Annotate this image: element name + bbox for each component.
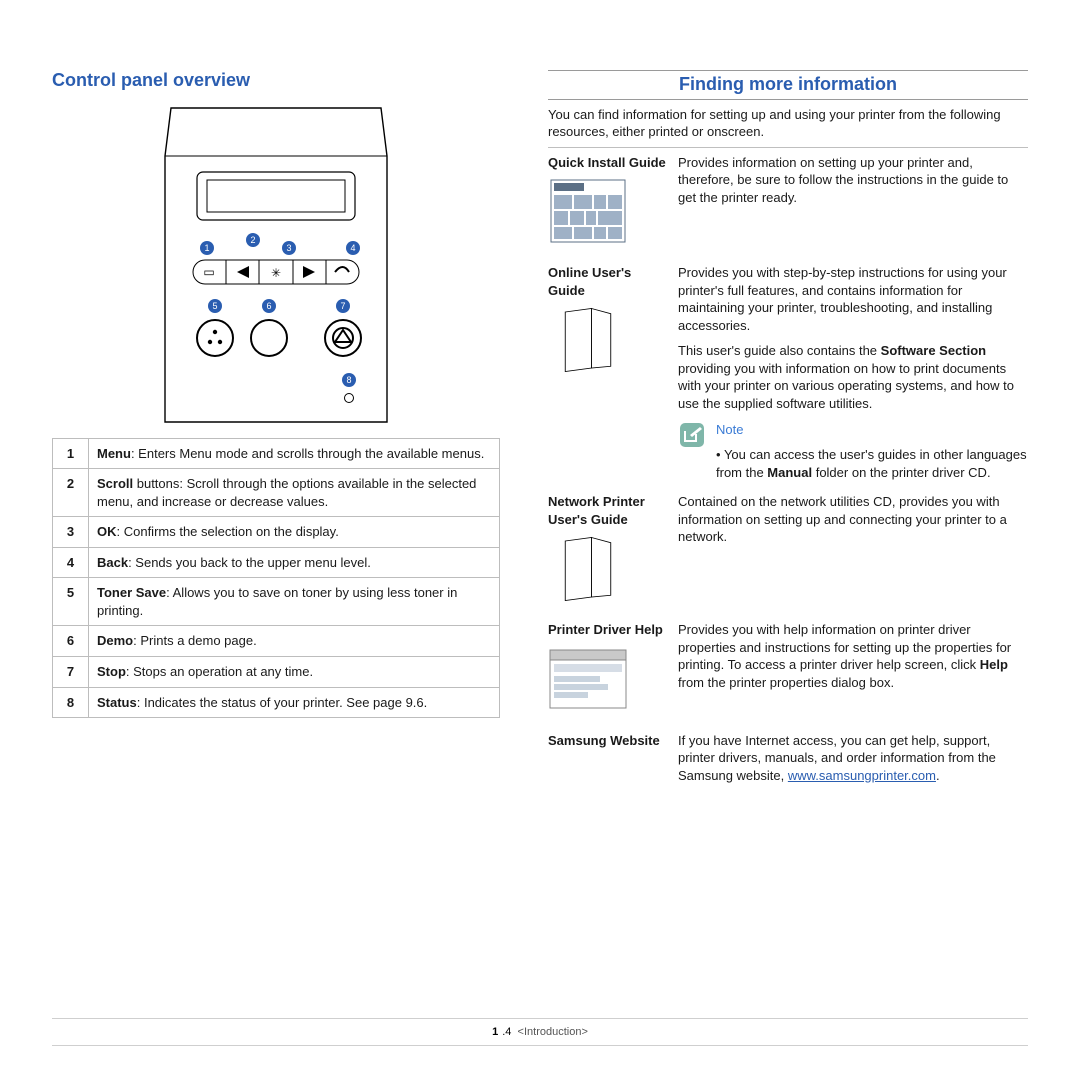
legend-row: 7Stop: Stops an operation at any time. <box>53 656 500 687</box>
section-heading-control-panel: Control panel overview <box>52 70 500 92</box>
diagram-control-panel: 1 2 3 4 ▭ ✳ <box>153 106 399 426</box>
control-panel-illustration: 1 2 3 4 ▭ ✳ <box>52 106 500 426</box>
right-column: Finding more information You can find in… <box>548 70 1028 802</box>
booklet-icon <box>548 534 628 604</box>
note-text: • You can access the user's guides in ot… <box>716 446 1028 481</box>
quick-install-guide-icon <box>548 177 628 247</box>
resource-printer-driver-help: Printer Driver Help Provides you with he… <box>548 619 1028 729</box>
booklet-icon <box>548 305 628 375</box>
resource-title: Network Printer User's Guide <box>548 493 666 528</box>
legend-description: Status: Indicates the status of your pri… <box>89 687 500 718</box>
svg-text:▭: ▭ <box>203 265 214 279</box>
legend-row: 4Back: Sends you back to the upper menu … <box>53 547 500 578</box>
intro-paragraph: You can find information for setting up … <box>548 106 1028 141</box>
resource-text-1: Provides you with step-by-step instructi… <box>678 264 1028 334</box>
callout-2: 2 <box>250 235 255 245</box>
page-number-minor: .4 <box>502 1025 511 1040</box>
page: Control panel overview 1 2 3 4 <box>0 0 1080 1080</box>
legend-description: Demo: Prints a demo page. <box>89 626 500 657</box>
legend-description: OK: Confirms the selection on the displa… <box>89 517 500 548</box>
legend-number: 4 <box>53 547 89 578</box>
resource-text: Provides information on setting up your … <box>678 154 1028 207</box>
callout-1: 1 <box>204 243 209 253</box>
callout-6: 6 <box>266 301 271 311</box>
legend-row: 3OK: Confirms the selection on the displ… <box>53 517 500 548</box>
legend-description: Scroll buttons: Scroll through the optio… <box>89 469 500 517</box>
legend-number: 3 <box>53 517 89 548</box>
callout-5: 5 <box>212 301 217 311</box>
legend-number: 6 <box>53 626 89 657</box>
resource-title: Samsung Website <box>548 732 666 750</box>
resource-text-2: This user's guide also contains the Soft… <box>678 342 1028 412</box>
callout-7: 7 <box>340 301 345 311</box>
callout-4: 4 <box>350 243 355 253</box>
note-label: Note <box>716 421 1028 439</box>
svg-text:✳: ✳ <box>271 266 281 280</box>
section-header-bar: Finding more information <box>548 70 1028 100</box>
divider <box>548 147 1028 148</box>
resource-text: Contained on the network utilities CD, p… <box>678 493 1028 546</box>
resource-quick-install: Quick Install Guide <box>548 152 1028 262</box>
callout-8: 8 <box>346 375 351 385</box>
note-box: Note • You can access the user's guides … <box>678 421 1028 482</box>
left-column: Control panel overview 1 2 3 4 <box>52 70 500 802</box>
legend-number: 2 <box>53 469 89 517</box>
legend-row: 5Toner Save: Allows you to save on toner… <box>53 578 500 626</box>
legend-row: 6Demo: Prints a demo page. <box>53 626 500 657</box>
legend-description: Menu: Enters Menu mode and scrolls throu… <box>89 438 500 469</box>
resource-text: Provides you with help information on pr… <box>678 621 1028 691</box>
legend-number: 5 <box>53 578 89 626</box>
note-icon <box>678 421 706 449</box>
legend-row: 2Scroll buttons: Scroll through the opti… <box>53 469 500 517</box>
samsung-website-link[interactable]: www.samsungprinter.com <box>788 768 936 783</box>
two-column-layout: Control panel overview 1 2 3 4 <box>52 70 1028 802</box>
resource-online-users-guide: Online User's Guide Provides you with st… <box>548 262 1028 491</box>
resource-title: Printer Driver Help <box>548 621 666 639</box>
resource-network-printer-guide: Network Printer User's Guide Contained o… <box>548 491 1028 619</box>
legend-number: 8 <box>53 687 89 718</box>
dialog-window-icon <box>548 645 628 715</box>
legend-row: 8Status: Indicates the status of your pr… <box>53 687 500 718</box>
legend-description: Back: Sends you back to the upper menu l… <box>89 547 500 578</box>
legend-number: 7 <box>53 656 89 687</box>
resource-samsung-website: Samsung Website If you have Internet acc… <box>548 730 1028 803</box>
page-number-major: 1 <box>492 1025 498 1040</box>
legend-description: Toner Save: Allows you to save on toner … <box>89 578 500 626</box>
page-footer: 1 .4 <Introduction> <box>52 1018 1028 1046</box>
resource-title: Quick Install Guide <box>548 154 666 172</box>
resource-text: If you have Internet access, you can get… <box>678 732 1028 785</box>
legend-row: 1Menu: Enters Menu mode and scrolls thro… <box>53 438 500 469</box>
footer-breadcrumb: <Introduction> <box>518 1025 588 1040</box>
section-heading-finding-info: Finding more information <box>548 74 1028 96</box>
resource-title: Online User's Guide <box>548 264 666 299</box>
control-panel-legend: 1Menu: Enters Menu mode and scrolls thro… <box>52 438 500 718</box>
legend-number: 1 <box>53 438 89 469</box>
legend-description: Stop: Stops an operation at any time. <box>89 656 500 687</box>
callout-3: 3 <box>286 243 291 253</box>
